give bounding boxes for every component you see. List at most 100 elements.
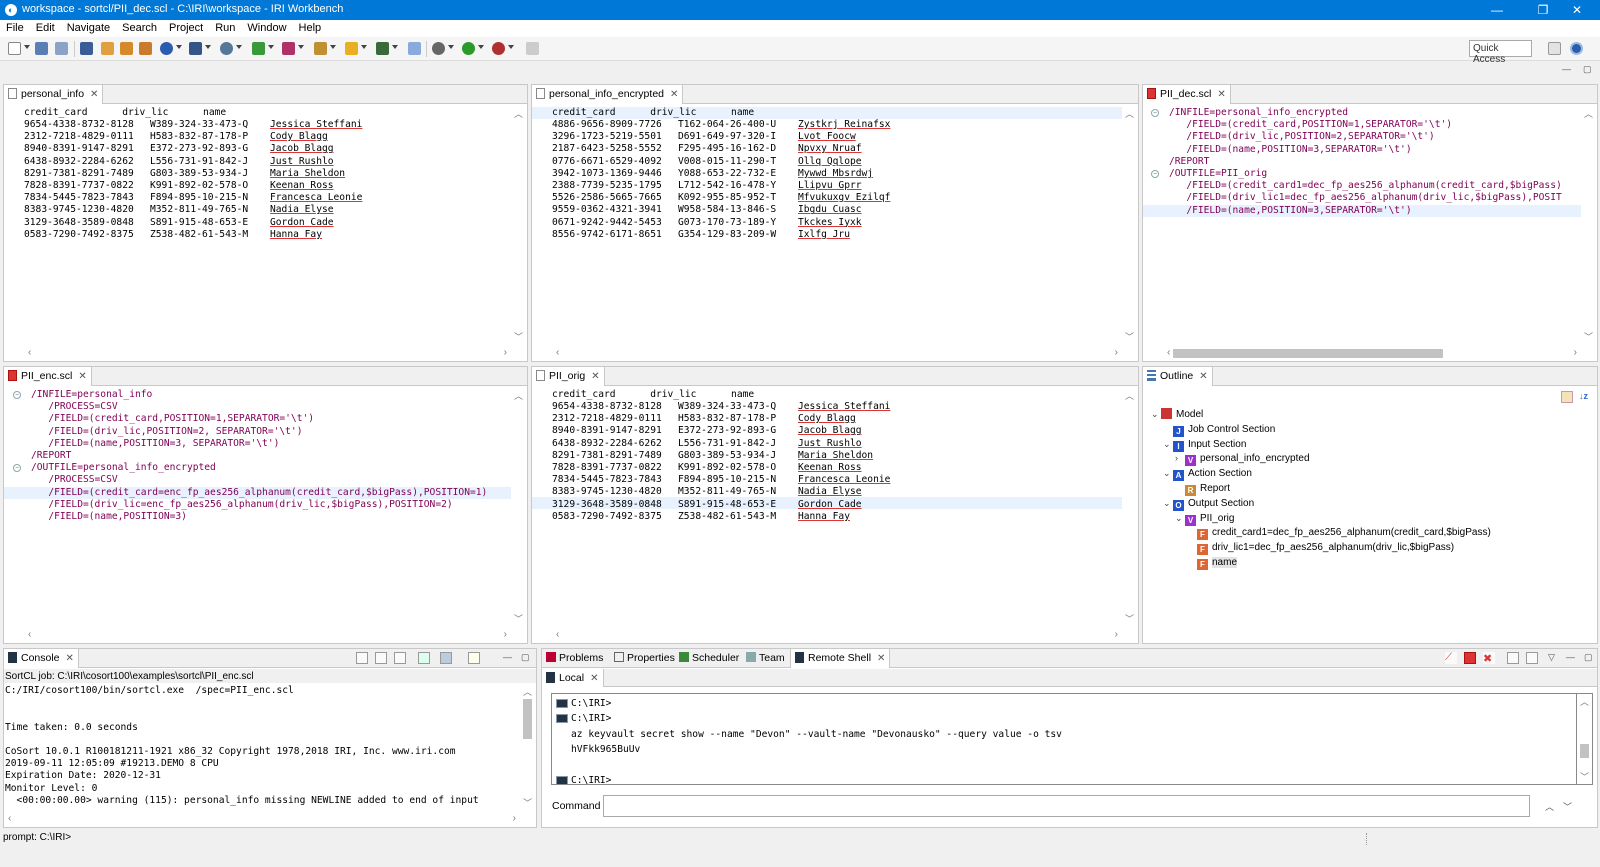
shield-dropdown-icon[interactable]: [361, 45, 367, 49]
link-with-editor-icon[interactable]: [1561, 391, 1573, 403]
close-icon[interactable]: ✕: [1199, 371, 1207, 382]
shield-icon[interactable]: [345, 42, 358, 55]
tab-properties[interactable]: Properties: [614, 652, 675, 664]
twisty-icon[interactable]: ⌄: [1151, 407, 1161, 422]
maximize-editor-area-icon[interactable]: ▢: [1583, 64, 1592, 75]
menu-search[interactable]: Search: [116, 20, 163, 34]
close-icon[interactable]: ✕: [78, 371, 86, 382]
outline-item[interactable]: ⌄ O Output Section: [1163, 496, 1254, 511]
close-icon[interactable]: ✕: [591, 371, 599, 382]
personal-info-encrypted-text[interactable]: credit_card driv_lic name 4886-9656-8909…: [532, 105, 1138, 361]
tab-scheduler[interactable]: Scheduler: [679, 652, 739, 664]
close-icon[interactable]: ✕: [877, 653, 885, 664]
new-console-icon[interactable]: [468, 652, 480, 664]
outline-item[interactable]: › Vpersonal_info_encrypted: [1175, 451, 1310, 467]
minimize-button[interactable]: —: [1474, 0, 1520, 20]
minimize-editor-area-icon[interactable]: —: [1562, 64, 1571, 74]
tab-personal-info-encrypted[interactable]: personal_info_encrypted ✕: [532, 85, 684, 104]
pii-dec-text[interactable]: − /INFILE=personal_info_encrypted /FIELD=…: [1143, 105, 1597, 361]
new-icon[interactable]: [8, 42, 21, 55]
open-folder-icon[interactable]: [101, 42, 114, 55]
tab-outline[interactable]: Outline ✕: [1143, 367, 1213, 386]
outline-item[interactable]: Fcredit_card1=dec_fp_aes256_alphanum(cre…: [1187, 525, 1491, 541]
horizontal-scroll-thumb[interactable]: [1173, 349, 1443, 358]
menu-project[interactable]: Project: [163, 20, 209, 34]
menu-run[interactable]: Run: [209, 20, 241, 34]
horizontal-scrollbar[interactable]: ‹ ›: [532, 345, 1122, 361]
save-all-icon[interactable]: [55, 42, 68, 55]
tab-console[interactable]: Console ✕: [4, 649, 79, 668]
tab-local[interactable]: Local ✕: [542, 669, 604, 687]
terminal-icon[interactable]: [80, 42, 93, 55]
mask-icon[interactable]: [282, 42, 295, 55]
remove-shell-icon[interactable]: ✖: [1483, 652, 1495, 665]
quick-access-input[interactable]: Quick Access: [1469, 40, 1532, 65]
vertical-scrollbar[interactable]: ︿ ﹀: [1577, 693, 1593, 785]
maximize-icon[interactable]: ▢: [521, 652, 530, 663]
close-window-button[interactable]: ✕: [1554, 0, 1600, 20]
run-dropdown-icon[interactable]: [478, 45, 484, 49]
fold-toggle-icon[interactable]: −: [1151, 109, 1159, 117]
outline-item[interactable]: ⌄ I Input Section: [1163, 437, 1246, 452]
run-config-icon[interactable]: [220, 42, 233, 55]
tab-pii-dec[interactable]: PII_dec.scl ✕: [1143, 85, 1231, 104]
clear-console-icon[interactable]: [356, 652, 368, 664]
close-icon[interactable]: ✕: [66, 653, 74, 664]
twisty-icon[interactable]: ⌄: [1163, 496, 1173, 511]
pin-console-icon[interactable]: [418, 652, 430, 664]
command-history-up-icon[interactable]: ︿: [1545, 800, 1554, 813]
open-perspective-icon[interactable]: [1548, 42, 1561, 55]
iri-dropdown-icon[interactable]: [176, 45, 182, 49]
personal-info-text[interactable]: credit_card driv_lic name 9654-4338-8732…: [4, 105, 527, 361]
tab-team[interactable]: Team: [746, 652, 785, 664]
export-icon[interactable]: [139, 42, 152, 55]
wizard-dropdown-icon[interactable]: [205, 45, 211, 49]
vertical-scrollbar[interactable]: ︿ ﹀: [1122, 105, 1138, 345]
minimize-icon[interactable]: —: [1566, 652, 1575, 662]
vertical-scrollbar[interactable]: ︿ ﹀: [511, 387, 527, 627]
tab-personal-info[interactable]: personal_info ✕: [4, 85, 104, 104]
figure-dropdown-icon[interactable]: [330, 45, 336, 49]
scroll-lock-icon[interactable]: [375, 652, 387, 664]
show-terminal-icon[interactable]: [1526, 652, 1538, 664]
twisty-icon[interactable]: ⌄: [1175, 511, 1185, 526]
outline-item[interactable]: J Job Control Section: [1163, 422, 1275, 437]
outline-item[interactable]: Fname: [1187, 555, 1238, 570]
outline-item[interactable]: ⌄ V PII_orig: [1175, 511, 1234, 526]
command-history-down-icon[interactable]: ﹀: [1563, 800, 1572, 813]
twisty-icon[interactable]: ⌄: [1163, 437, 1173, 452]
console-output[interactable]: C:/IRI/cosort100/bin/sortcl.exe /spec=PI…: [4, 683, 520, 811]
maximize-icon[interactable]: ▢: [1584, 652, 1593, 663]
horizontal-scrollbar[interactable]: ‹ ›: [1143, 345, 1581, 361]
export-output-icon[interactable]: [1507, 652, 1519, 664]
database-icon[interactable]: [252, 42, 265, 55]
horizontal-scrollbar[interactable]: ‹ ›: [4, 627, 511, 643]
close-icon[interactable]: ✕: [90, 89, 98, 100]
vertical-scrollbar[interactable]: ︿ ﹀: [511, 105, 527, 345]
save-icon[interactable]: [35, 42, 48, 55]
iri-perspective-icon[interactable]: [1570, 42, 1583, 55]
menu-navigate[interactable]: Navigate: [61, 20, 116, 34]
horizontal-scrollbar[interactable]: ‹ ›: [532, 627, 1122, 643]
figure-icon[interactable]: [314, 42, 327, 55]
tab-problems[interactable]: Problems: [546, 652, 603, 664]
wizard-icon[interactable]: [189, 42, 202, 55]
new-dropdown-icon[interactable]: [24, 45, 30, 49]
pin-icon[interactable]: [526, 42, 539, 55]
transform-icon[interactable]: [408, 42, 421, 55]
filter-icon[interactable]: [376, 42, 389, 55]
menu-window[interactable]: Window: [241, 20, 292, 34]
run-config-dropdown-icon[interactable]: [236, 45, 242, 49]
display-console-icon[interactable]: [440, 652, 452, 664]
twisty-icon[interactable]: ›: [1175, 451, 1185, 466]
menu-help[interactable]: Help: [293, 20, 328, 34]
menu-edit[interactable]: Edit: [30, 20, 61, 34]
outline-item[interactable]: ⌄ A Action Section: [1163, 466, 1252, 482]
sort-az-icon[interactable]: ↓z: [1579, 391, 1591, 403]
menu-file[interactable]: File: [0, 20, 30, 34]
clear-shell-icon[interactable]: ⟋: [1445, 652, 1457, 664]
vertical-scroll-thumb[interactable]: [523, 699, 532, 739]
minimize-icon[interactable]: —: [503, 652, 512, 662]
pii-orig-text[interactable]: credit_card driv_lic name 9654-4338-8732…: [532, 387, 1138, 643]
word-wrap-icon[interactable]: [394, 652, 406, 664]
